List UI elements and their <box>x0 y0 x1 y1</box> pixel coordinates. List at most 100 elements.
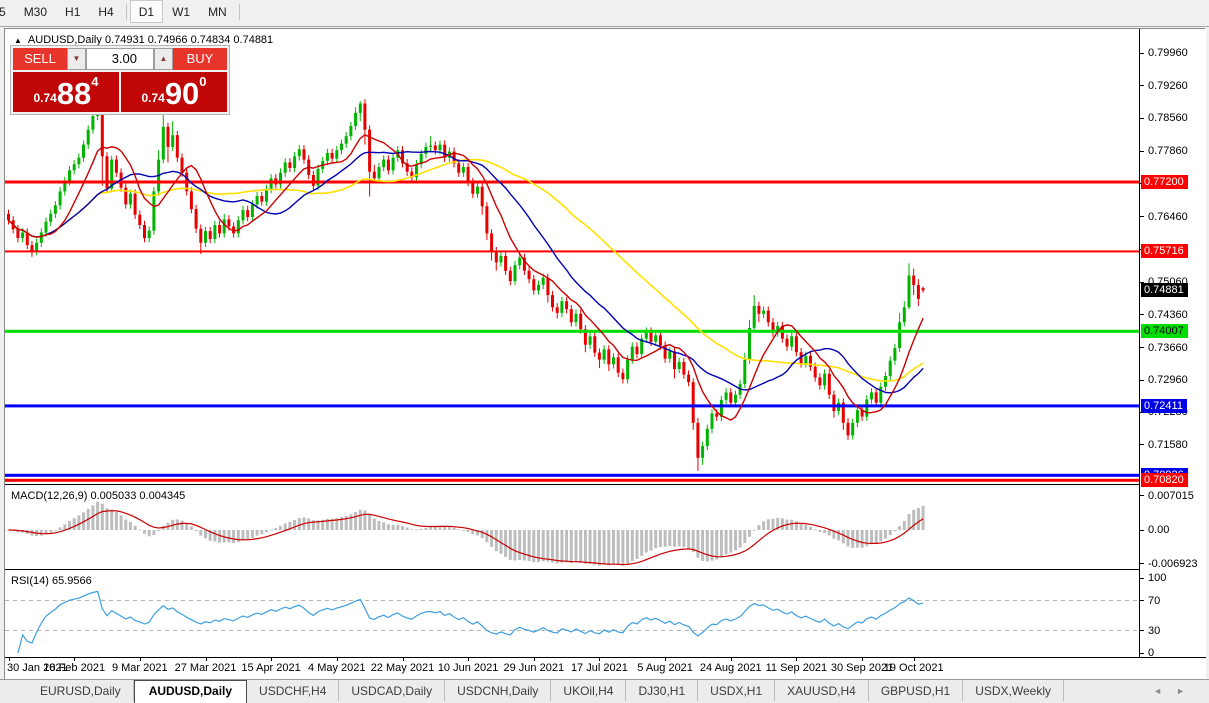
buy-price-box[interactable]: 0.74 90 0 <box>121 72 227 112</box>
collapse-arrow-icon[interactable]: ▲ <box>14 36 22 45</box>
horizontal-level-line[interactable] <box>5 404 1139 408</box>
axis-tick <box>1140 150 1144 152</box>
macd-label: MACD(12,26,9) 0.005033 0.004345 <box>11 490 185 502</box>
axis-tick <box>1140 652 1144 654</box>
rsi-tick-label: 70 <box>1148 594 1161 607</box>
sell-price-big: 88 <box>56 76 92 111</box>
symbol-tab-dj30[interactable]: DJ30,H1 <box>626 680 699 701</box>
symbol-tab-eurusd[interactable]: EURUSD,Daily <box>28 680 134 701</box>
price-level-badge: 0.77200 <box>1141 175 1188 189</box>
timeframe-toolbar: 5M30H1H4 D1W1MN <box>0 0 1209 27</box>
symbol-tab-usdx[interactable]: USDX,H1 <box>698 680 776 701</box>
price-axis: 0.799600.792600.785600.778600.771600.764… <box>1139 29 1206 659</box>
date-tick <box>862 658 864 661</box>
axis-tick <box>1140 314 1144 316</box>
axis-tick <box>1140 600 1144 601</box>
axis-tick <box>1140 630 1144 631</box>
date-label: 19 Oct 2021 <box>883 662 944 674</box>
price-tick-label: 0.79260 <box>1148 79 1188 92</box>
symbol-tab-xauusd[interactable]: XAUUSD,H4 <box>775 680 869 701</box>
date-tick <box>205 658 207 661</box>
date-label: 5 Aug 2021 <box>637 662 693 674</box>
macd-tick-label: -0.006923 <box>1148 557 1198 570</box>
date-tick <box>271 658 273 661</box>
date-tick <box>533 658 535 661</box>
moving-average-line <box>8 133 924 421</box>
buy-price-prefix: 0.74 <box>141 91 165 105</box>
horizontal-level-line[interactable] <box>5 473 1139 477</box>
date-label: 10 Jun 2021 <box>437 662 499 674</box>
date-tick <box>74 658 76 661</box>
one-click-trading-panel: SELL ▼ 3.00 ▲ BUY 0.74 88 4 0.74 90 0 <box>10 45 230 115</box>
sell-price-box[interactable]: 0.74 88 4 <box>13 72 119 112</box>
rsi-tick-label: 100 <box>1148 572 1167 584</box>
timeframe-button-d1[interactable]: D1 <box>129 0 164 23</box>
macd-signal-line <box>8 510 924 566</box>
price-tick-label: 0.73660 <box>1148 341 1188 354</box>
sell-price-pip: 4 <box>91 74 99 89</box>
macd-tick-label: 0.007015 <box>1148 489 1194 502</box>
axis-tick <box>1140 577 1144 579</box>
rsi-indicator-pane[interactable] <box>5 573 1139 657</box>
pane-divider[interactable] <box>5 569 1139 570</box>
moving-average-line <box>8 150 924 394</box>
timeframe-button-m30[interactable]: M30 <box>15 0 56 23</box>
date-tick <box>402 658 404 661</box>
timeframe-button-w1[interactable]: W1 <box>163 0 199 23</box>
volume-input[interactable]: 3.00 <box>86 48 154 70</box>
buy-button[interactable]: BUY <box>173 48 227 70</box>
symbol-tab-usdx[interactable]: USDX,Weekly <box>963 680 1064 701</box>
symbol-tab-ukoil[interactable]: UKOil,H4 <box>551 680 627 701</box>
tab-scroll-left-icon[interactable]: ◄ <box>1153 686 1176 696</box>
price-tick-label: 0.76460 <box>1148 210 1188 223</box>
date-label: 18 Feb 2021 <box>43 662 106 674</box>
axis-tick <box>1140 216 1144 218</box>
timeframe-button-h1[interactable]: H1 <box>56 0 89 23</box>
price-tick-label: 0.72960 <box>1148 374 1188 387</box>
macd-name: MACD(12,26,9) <box>11 490 88 502</box>
price-level-badge: 0.72411 <box>1141 398 1187 413</box>
volume-increase-button[interactable]: ▲ <box>154 48 173 70</box>
date-tick <box>913 658 915 661</box>
macd-values: 0.005033 0.004345 <box>90 490 186 502</box>
chart-window[interactable]: ▲ AUDUSD,Daily 0.74931 0.74966 0.74834 0.… <box>4 28 1206 680</box>
rsi-canvas[interactable] <box>5 573 1139 657</box>
symbol-tab-usdchf[interactable]: USDCHF,H4 <box>247 680 340 701</box>
toolbar-separator <box>125 3 127 20</box>
horizontal-level-line[interactable] <box>5 478 1139 482</box>
timeframe-button-mn[interactable]: MN <box>199 0 236 23</box>
axis-tick <box>1140 117 1144 119</box>
price-level-badge: 0.74881 <box>1141 283 1188 298</box>
date-label: 15 Apr 2021 <box>241 662 301 674</box>
toolbar-separator <box>238 3 240 20</box>
sell-button[interactable]: SELL <box>13 48 67 70</box>
horizontal-level-line[interactable] <box>5 250 1139 253</box>
buy-price-pip: 0 <box>199 74 207 89</box>
date-label: 11 Sep 2021 <box>765 662 828 674</box>
tab-scroll-right-icon[interactable]: ► <box>1176 686 1199 696</box>
symbol-tab-gbpusd[interactable]: GBPUSD,H1 <box>869 680 964 701</box>
price-level-badge: 0.70820 <box>1141 473 1188 488</box>
price-tick-label: 0.71580 <box>1148 438 1188 451</box>
volume-decrease-button[interactable]: ▼ <box>67 48 86 70</box>
timeframe-button-h4[interactable]: H4 <box>89 0 122 23</box>
pane-divider[interactable] <box>5 484 1139 485</box>
date-axis: 30 Jan 2021 18 Feb 2021 9 Mar 2021 27 Mar 2… <box>5 657 1206 680</box>
date-tick <box>8 658 10 661</box>
symbol-tab-usdcad[interactable]: USDCAD,Daily <box>339 680 446 701</box>
price-tick-label: 0.79960 <box>1148 47 1188 59</box>
date-label: 24 Aug 2021 <box>699 662 762 674</box>
timeframe-button-5[interactable]: 5 <box>0 0 15 23</box>
symbol-tab-usdcnh[interactable]: USDCNH,Daily <box>445 680 552 701</box>
moving-average-line <box>7 158 924 382</box>
date-tick <box>599 658 601 661</box>
date-tick <box>468 658 470 661</box>
rsi-label: RSI(14) 65.9566 <box>11 575 92 587</box>
horizontal-level-line[interactable] <box>5 329 1139 333</box>
axis-tick <box>1140 347 1144 348</box>
price-level-badge: 0.75716 <box>1141 244 1188 259</box>
symbol-tab-audusd[interactable]: AUDUSD,Daily <box>133 680 248 703</box>
price-tick-label: 0.77860 <box>1148 145 1188 158</box>
axis-tick <box>1140 281 1144 283</box>
rsi-tick-label: 30 <box>1148 624 1161 637</box>
